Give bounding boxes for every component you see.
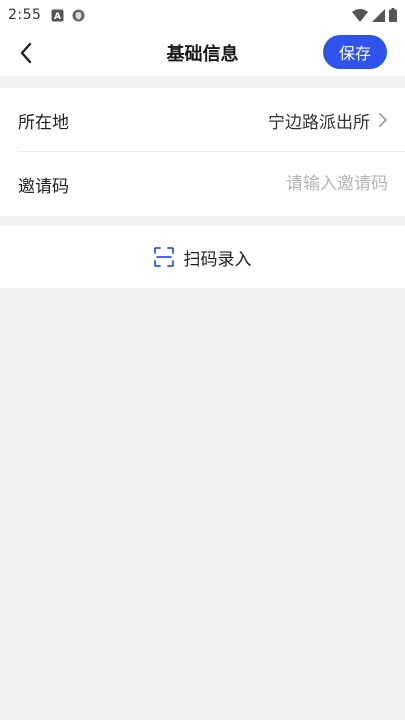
location-label: 所在地 xyxy=(18,112,69,133)
battery-icon xyxy=(389,8,397,22)
page-title: 基础信息 xyxy=(166,44,239,65)
app-header: 基础信息 保存 xyxy=(0,30,405,76)
location-value: 宁边路派出所 xyxy=(268,112,370,133)
status-time: 2:55 xyxy=(8,7,42,23)
scan-icon xyxy=(153,247,174,267)
scan-entry-label: 扫码录入 xyxy=(183,249,252,270)
invite-code-wrap xyxy=(188,174,388,194)
shield-app-icon xyxy=(72,8,85,22)
chevron-left-icon xyxy=(20,42,32,64)
signal-icon xyxy=(372,8,385,22)
invite-code-label: 邀请码 xyxy=(18,176,69,197)
status-right-icons xyxy=(352,8,397,22)
back-button[interactable] xyxy=(12,38,40,68)
wifi-icon xyxy=(352,8,368,22)
notification-a-icon: A xyxy=(51,9,64,22)
invite-code-input[interactable] xyxy=(188,174,388,194)
location-row[interactable]: 所在地 宁边路派出所 xyxy=(18,88,388,152)
scan-entry-button[interactable]: 扫码录入 xyxy=(0,226,405,288)
location-value-wrap[interactable]: 宁边路派出所 xyxy=(268,108,388,133)
invite-code-row: 邀请码 xyxy=(18,152,388,216)
status-bar: 2:55 A xyxy=(0,0,405,30)
form-card: 所在地 宁边路派出所 邀请码 xyxy=(0,88,405,216)
chevron-right-icon xyxy=(379,113,387,127)
save-button[interactable]: 保存 xyxy=(323,35,387,69)
svg-text:A: A xyxy=(54,12,61,22)
